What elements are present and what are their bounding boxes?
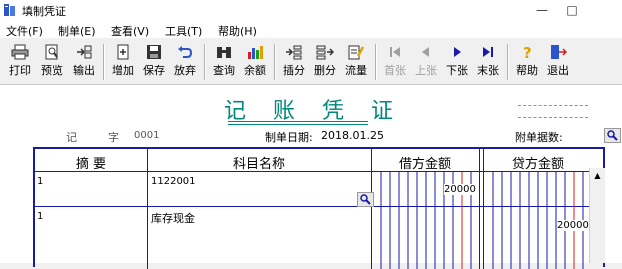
entries-table: 摘 要 科目名称 借方金额 贷方金额 1 1122001 20000 1 库存现… — [33, 147, 605, 269]
preview-button[interactable]: 预览 — [37, 42, 67, 82]
printer-icon — [11, 44, 29, 60]
delete-line-button[interactable]: 删分 — [310, 42, 340, 82]
dashed-line — [518, 117, 588, 118]
voucher-date[interactable]: 2018.01.25 — [321, 129, 384, 142]
scroll-up-icon[interactable]: ▲ — [590, 168, 605, 183]
toolbar: 打印 预览 输出 增加 保存 放弃 查询 余额 插分 删分 流量 首张 上张 下… — [0, 38, 622, 85]
toolbar-separator — [274, 44, 276, 80]
row2-summary[interactable]: 1 — [37, 211, 43, 222]
row1-account[interactable]: 1122001 — [151, 176, 196, 187]
title-underline — [228, 121, 368, 122]
exit-door-icon — [551, 45, 567, 59]
prev-page-icon — [422, 47, 429, 57]
svg-text:?: ? — [523, 44, 532, 60]
header-summary: 摘 要 — [75, 157, 107, 172]
title-bar: 填制凭证 — □ — [0, 0, 622, 20]
save-button[interactable]: 保存 — [139, 42, 169, 82]
export-button[interactable]: 输出 — [69, 42, 99, 82]
export-icon — [77, 45, 92, 59]
menu-bar: 文件(F) 制单(E) 查看(V) 工具(T) 帮助(H) — [0, 20, 622, 38]
menu-file[interactable]: 文件(F) — [6, 23, 43, 39]
exit-button[interactable]: 退出 — [543, 42, 573, 82]
maximize-button[interactable]: □ — [552, 1, 592, 19]
help-button[interactable]: ? 帮助 — [512, 42, 542, 82]
balance-button[interactable]: 余额 — [240, 42, 270, 82]
discard-button[interactable]: 放弃 — [170, 42, 200, 82]
attachments-search-button[interactable] — [604, 128, 621, 143]
menu-help[interactable]: 帮助(H) — [218, 23, 257, 39]
voucher-type[interactable]: 记 — [66, 129, 77, 145]
date-label: 制单日期: — [265, 131, 313, 144]
next-button[interactable]: 下张 — [442, 42, 472, 82]
voucher-number[interactable]: 0001 — [134, 130, 159, 141]
first-button[interactable]: 首张 — [380, 42, 410, 82]
header-credit: 贷方金额 — [511, 157, 564, 172]
voucher-number-label: 字 — [108, 131, 119, 144]
magnifier-icon — [360, 194, 371, 205]
last-button[interactable]: 末张 — [473, 42, 503, 82]
header-debit: 借方金额 — [398, 157, 451, 172]
print-button[interactable]: 打印 — [5, 42, 35, 82]
window-title: 填制凭证 — [22, 5, 66, 18]
preview-icon — [45, 44, 58, 60]
voucher-area: 记 账 凭 证 记 字 0001 制单日期: 2018.01.25 附单据数: — [0, 85, 622, 269]
row2-account[interactable]: 库存现金 — [151, 210, 195, 226]
first-page-icon — [390, 47, 400, 57]
account-search-button[interactable] — [357, 192, 374, 207]
prev-button[interactable]: 上张 — [411, 42, 441, 82]
last-page-icon — [483, 47, 493, 57]
document-pen-icon — [348, 45, 365, 60]
toolbar-separator — [103, 44, 105, 80]
row2-credit[interactable]: 20000 — [557, 220, 589, 231]
toolbar-separator — [375, 44, 377, 80]
menu-tools[interactable]: 工具(T) — [165, 23, 202, 39]
undo-icon — [178, 46, 193, 58]
row1-summary[interactable]: 1 — [37, 176, 43, 187]
menu-voucher[interactable]: 制单(E) — [58, 23, 96, 39]
cash-flow-button[interactable]: 流量 — [341, 42, 371, 82]
add-button[interactable]: 增加 — [108, 42, 138, 82]
toolbar-separator — [507, 44, 509, 80]
help-icon: ? — [523, 44, 532, 60]
insert-line-icon — [286, 45, 302, 60]
toolbar-separator — [204, 44, 206, 80]
menu-view[interactable]: 查看(V) — [111, 23, 149, 39]
query-button[interactable]: 查询 — [209, 42, 239, 82]
header-account: 科目名称 — [232, 157, 285, 172]
attachments-label: 附单据数: — [515, 131, 563, 144]
app-icon — [4, 4, 15, 16]
bar-chart-icon — [248, 46, 263, 59]
magnifier-icon — [607, 130, 618, 141]
row1-debit[interactable]: 20000 — [444, 184, 476, 195]
new-document-icon — [117, 44, 129, 60]
delete-line-icon — [316, 45, 334, 60]
save-icon — [147, 45, 161, 59]
insert-line-button[interactable]: 插分 — [279, 42, 309, 82]
dashed-line — [518, 105, 588, 106]
binoculars-icon — [217, 47, 231, 58]
next-page-icon — [454, 47, 461, 57]
title-underline — [228, 124, 368, 125]
vertical-scrollbar[interactable]: ▲ — [589, 168, 605, 263]
